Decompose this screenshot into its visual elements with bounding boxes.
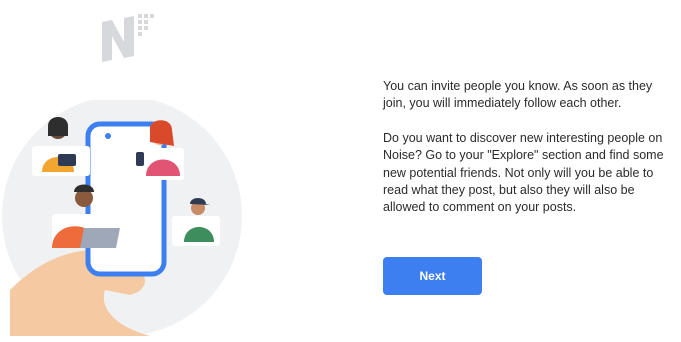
onboarding-text: You can invite people you know. As soon … (383, 78, 668, 217)
noise-logo-icon (102, 14, 154, 62)
next-button[interactable]: Next (383, 257, 482, 295)
onboarding-page: You can invite people you know. As soon … (0, 0, 681, 342)
invite-paragraph: You can invite people you know. As soon … (383, 79, 653, 111)
explore-paragraph: Do you want to discover new interesting … (383, 130, 664, 215)
people-connecting-phone-illustration (2, 100, 242, 336)
